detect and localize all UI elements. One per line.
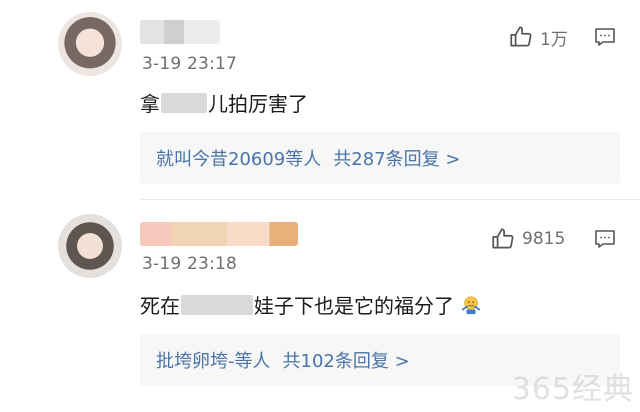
- thumbs-up-icon: [510, 26, 532, 47]
- comment-text: 拿 儿拍 厉害了: [140, 88, 308, 117]
- like-button[interactable]: 1万: [508, 24, 568, 50]
- reply-users: 批垮卵垮-等人: [156, 351, 271, 372]
- avatar[interactable]: [58, 214, 122, 278]
- comment-text-mid: 儿拍: [208, 92, 248, 116]
- username-redacted[interactable]: [140, 222, 298, 246]
- username-redacted[interactable]: [140, 20, 220, 44]
- like-button[interactable]: 9815: [490, 226, 565, 252]
- reply-users: 就叫今昔20609等人: [156, 149, 322, 170]
- reply-count: 共287条回复 >: [333, 149, 461, 170]
- like-count: 9815: [522, 229, 566, 249]
- comment-text-end: 厉害了: [248, 92, 308, 116]
- comment-time: 3-19 23:17: [142, 54, 237, 74]
- comment-text-end: 娃子下也是它的福分了: [254, 294, 454, 318]
- redacted-text: [181, 294, 253, 315]
- reply-count: 共102条回复 >: [282, 351, 410, 372]
- avatar[interactable]: [58, 12, 122, 76]
- comment-reply-icon[interactable]: [593, 25, 617, 49]
- comment-text: 死在 娃子下也是它的福分了: [140, 290, 482, 319]
- comment-reply-icon[interactable]: [593, 227, 617, 251]
- thumbs-up-icon: [492, 228, 514, 249]
- watermark: 365经典: [511, 372, 634, 407]
- like-count: 1万: [540, 29, 568, 50]
- redacted-text: [161, 92, 207, 113]
- comment-text-start: 拿: [140, 92, 160, 116]
- replies-summary[interactable]: 就叫今昔20609等人 共287条回复 >: [140, 132, 620, 184]
- emoji-shrug-icon: [461, 295, 481, 314]
- comment-item: 3-19 23:17 1万 拿 儿拍 厉害了 就叫今昔20609等人 共287条…: [0, 0, 640, 200]
- comment-text-start: 死在: [140, 294, 180, 318]
- comment-time: 3-19 23:18: [142, 254, 237, 274]
